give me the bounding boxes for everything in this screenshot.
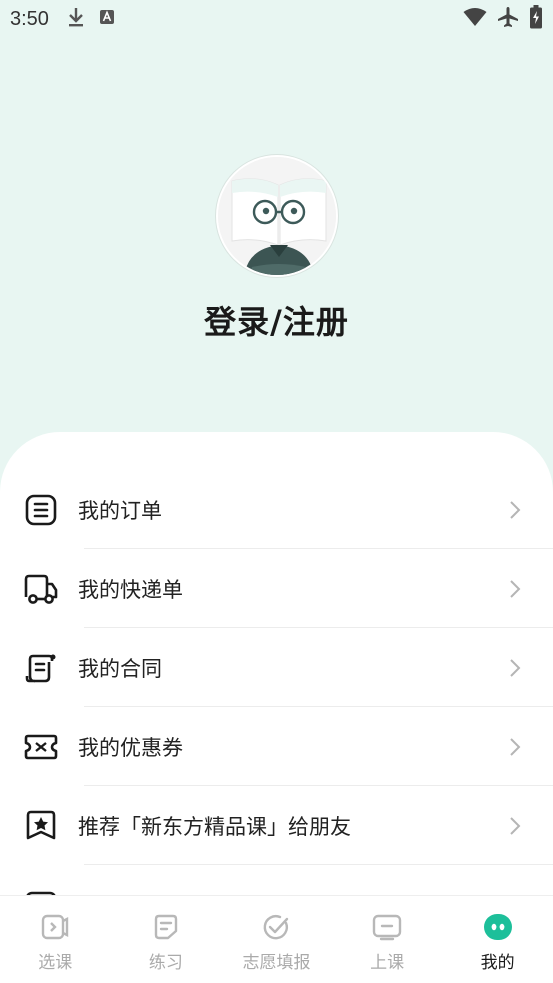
- status-bar: 3:50: [0, 0, 553, 38]
- delivery-truck-icon: [24, 572, 58, 606]
- practice-icon: [151, 912, 181, 942]
- tab-label: 选课: [38, 953, 73, 973]
- tab-label: 上课: [370, 953, 405, 973]
- menu-item-label: 我的订单: [78, 498, 162, 523]
- menu-item-contract[interactable]: 我的合同: [0, 628, 553, 707]
- profile-header: 登录/注册: [0, 155, 553, 343]
- menu-item-recommend[interactable]: 推荐「新东方精品课」给朋友: [0, 786, 553, 865]
- menu-card: 我的订单 我的快递单 我的合同 我的优惠券 推荐「新东方精品课」给朋友: [0, 432, 553, 902]
- status-time: 3:50: [10, 7, 49, 30]
- login-register-link[interactable]: 登录/注册: [204, 297, 349, 343]
- chevron-right-icon: [509, 816, 521, 840]
- my-profile-icon: [483, 912, 513, 942]
- tab-my[interactable]: 我的: [442, 896, 553, 983]
- tab-practice[interactable]: 练习: [111, 896, 222, 983]
- course-select-icon: [40, 912, 70, 942]
- class-icon: [372, 912, 402, 942]
- menu-item-coupons[interactable]: 我的优惠券: [0, 707, 553, 786]
- tab-label: 志愿填报: [242, 953, 311, 973]
- recommend-star-icon: [24, 809, 58, 843]
- menu-item-label: 推荐「新东方精品课」给朋友: [78, 814, 351, 839]
- contract-icon: [24, 651, 58, 685]
- chevron-right-icon: [509, 579, 521, 603]
- menu-item-label: 我的优惠券: [78, 735, 183, 760]
- avatar[interactable]: [215, 155, 338, 277]
- battery-charging-icon: [529, 4, 543, 34]
- menu-list: 我的订单 我的快递单 我的合同 我的优惠券 推荐「新东方精品课」给朋友: [0, 470, 553, 902]
- application-check-icon: [261, 912, 291, 942]
- wifi-icon: [463, 7, 487, 32]
- menu-item-label: 我的合同: [78, 656, 162, 681]
- download-icon: [67, 7, 85, 32]
- tab-label: 我的: [480, 953, 515, 973]
- tab-class[interactable]: 上课: [332, 896, 443, 983]
- chevron-right-icon: [509, 500, 521, 524]
- chevron-right-icon: [509, 737, 521, 761]
- tab-course-select[interactable]: 选课: [0, 896, 111, 983]
- coupon-icon: [24, 730, 58, 764]
- chevron-right-icon: [509, 658, 521, 682]
- menu-item-orders[interactable]: 我的订单: [0, 470, 553, 549]
- order-list-icon: [24, 493, 58, 527]
- airplane-icon: [497, 6, 519, 33]
- bottom-tab-bar: 选课 练习 志愿填报 上课 我的: [0, 895, 553, 983]
- menu-item-delivery[interactable]: 我的快递单: [0, 549, 553, 628]
- menu-item-label: 我的快递单: [78, 577, 183, 602]
- tab-application[interactable]: 志愿填报: [221, 896, 332, 983]
- cartoon-reader-avatar: [217, 157, 336, 275]
- font-icon: [99, 9, 115, 30]
- tab-label: 练习: [148, 953, 183, 973]
